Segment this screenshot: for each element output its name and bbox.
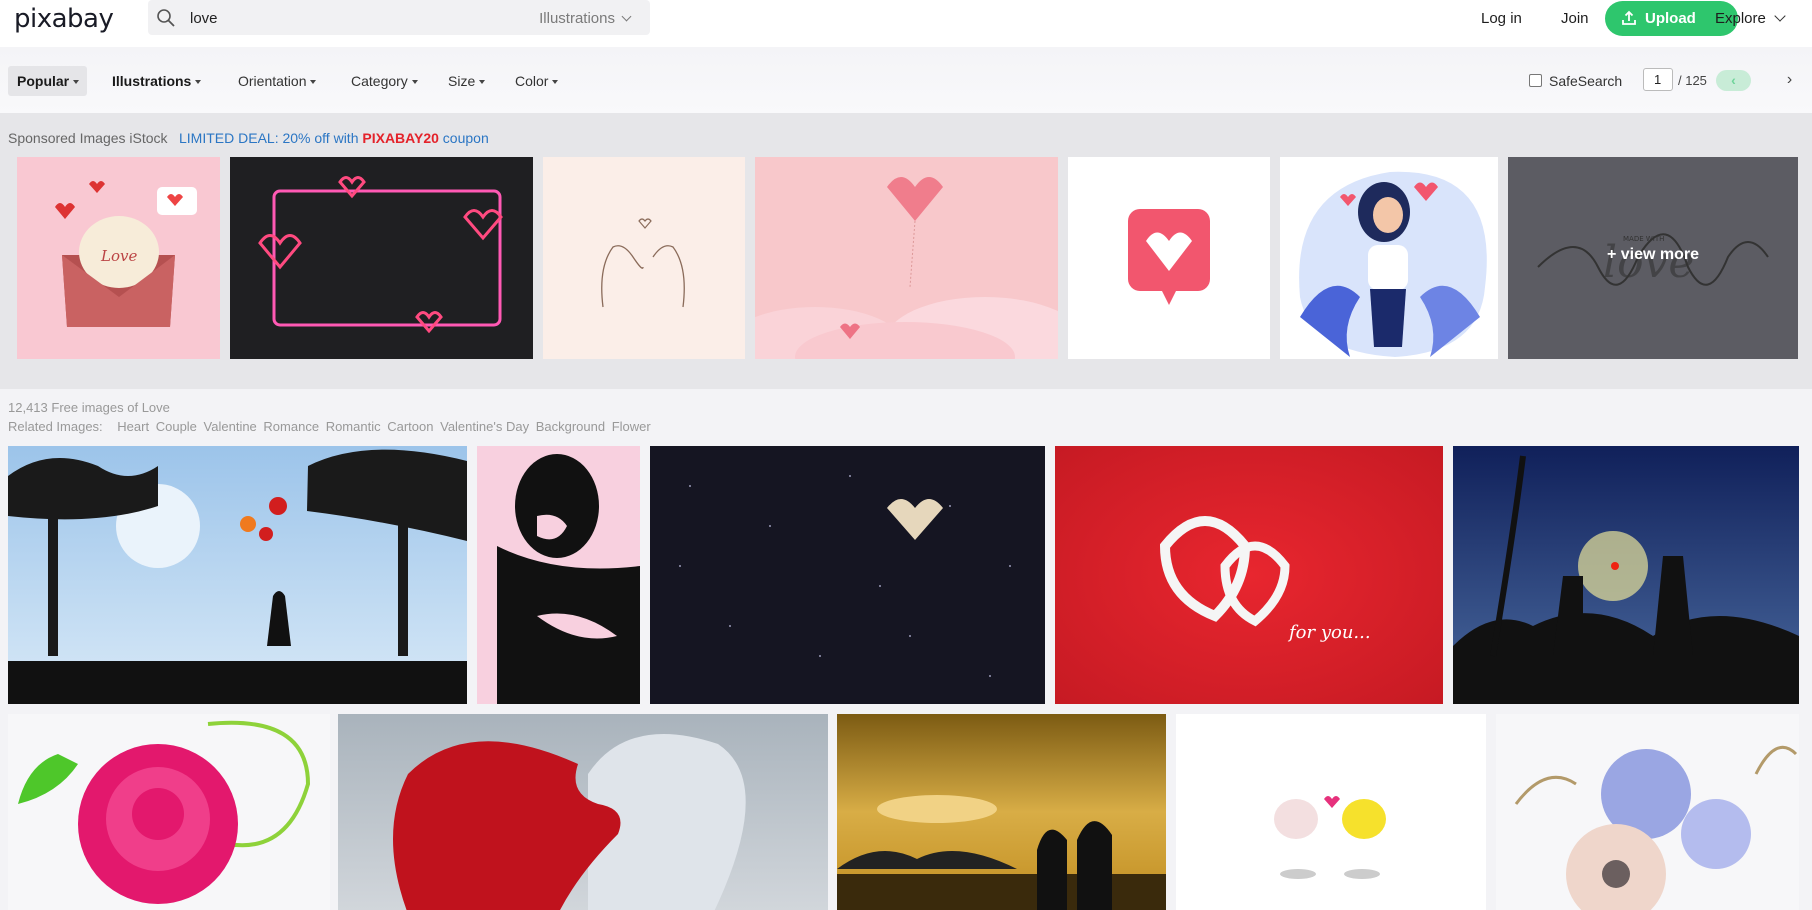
starry-heart-illustration bbox=[679, 475, 1011, 677]
related-tag-valentines-day[interactable]: Valentine's Day bbox=[440, 419, 529, 434]
popular-filter[interactable]: Popular bbox=[17, 73, 80, 89]
result-image-hearts-for-you[interactable]: for you... bbox=[1055, 446, 1443, 704]
deal-code: PIXABAY20 bbox=[362, 130, 439, 146]
chevron-down-icon bbox=[1774, 10, 1786, 22]
illustrations-label: Illustrations bbox=[112, 73, 192, 89]
sunset-couple-illustration bbox=[837, 795, 1166, 910]
sponsored-image-neon[interactable] bbox=[230, 157, 533, 359]
result-image-flower-bouquet[interactable] bbox=[1496, 714, 1799, 910]
orientation-label: Orientation bbox=[238, 73, 307, 89]
neon-frame-illustration bbox=[258, 176, 503, 334]
sponsored-image-pinky-promise[interactable] bbox=[543, 157, 745, 359]
related-tag-cartoon[interactable]: Cartoon bbox=[387, 419, 433, 434]
safesearch-checkbox[interactable] bbox=[1529, 74, 1542, 87]
safesearch-label[interactable]: SafeSearch bbox=[1549, 73, 1622, 89]
explore-menu[interactable]: Explore bbox=[1715, 10, 1786, 27]
size-filter[interactable]: Size bbox=[448, 73, 486, 89]
caret-down-icon bbox=[310, 80, 317, 84]
search-type-label: Illustrations bbox=[539, 10, 615, 27]
envelope-script: Love bbox=[100, 247, 137, 265]
hands-line-art bbox=[601, 218, 685, 308]
related-tag-background[interactable]: Background bbox=[536, 419, 605, 434]
sponsored-image-envelope[interactable]: Love bbox=[17, 157, 220, 359]
sponsored-image-like-icon[interactable] bbox=[1068, 157, 1270, 359]
result-image-pink-rose[interactable] bbox=[8, 714, 330, 910]
color-label: Color bbox=[515, 73, 549, 89]
color-filter[interactable]: Color bbox=[515, 73, 559, 89]
view-more-label: + view more bbox=[1606, 246, 1700, 263]
cartoon-foxes-illustration bbox=[1274, 796, 1386, 879]
deal-link[interactable]: LIMITED DEAL: 20% off with PIXABAY20 cou… bbox=[179, 130, 489, 146]
related-tag-flower[interactable]: Flower bbox=[612, 419, 651, 434]
search-bar[interactable]: love Illustrations bbox=[148, 0, 650, 35]
related-tag-romantic[interactable]: Romantic bbox=[326, 419, 381, 434]
related-images: Related Images: Heart Couple Valentine R… bbox=[8, 419, 651, 434]
result-image-couple-balloons[interactable] bbox=[8, 446, 467, 704]
result-image-proposal[interactable] bbox=[1453, 446, 1799, 704]
related-tag-couple[interactable]: Couple bbox=[156, 419, 197, 434]
couple-balloons-illustration bbox=[8, 449, 467, 704]
related-label: Related Images: bbox=[8, 419, 103, 434]
upload-label: Upload bbox=[1645, 10, 1696, 27]
search-input[interactable]: love bbox=[190, 10, 218, 27]
login-link[interactable]: Log in bbox=[1481, 10, 1522, 27]
result-image-puzzle-heart[interactable] bbox=[338, 714, 828, 910]
two-hearts-card-illustration bbox=[1159, 516, 1290, 627]
caret-down-icon bbox=[552, 80, 559, 84]
search-icon[interactable] bbox=[156, 8, 176, 28]
explore-label: Explore bbox=[1715, 10, 1766, 27]
top-header: pixabay love Illustrations Log in Join U… bbox=[0, 0, 1812, 47]
deal-suffix: coupon bbox=[442, 130, 489, 146]
caret-down-icon bbox=[195, 80, 202, 84]
envelope-illustration: Love bbox=[55, 181, 197, 327]
next-page-button[interactable]: › bbox=[1772, 70, 1807, 91]
caret-down-icon bbox=[411, 80, 418, 84]
result-image-embrace-silhouette[interactable] bbox=[477, 446, 640, 704]
filter-bar: Popular Illustrations Orientation Catego… bbox=[0, 47, 1812, 113]
size-label: Size bbox=[448, 73, 476, 89]
page-number-input[interactable]: 1 bbox=[1643, 68, 1673, 91]
category-label: Category bbox=[351, 73, 408, 89]
paper-clouds-illustration bbox=[755, 177, 1058, 359]
results-count: 12,413 Free images of Love bbox=[8, 400, 170, 415]
view-more-tile[interactable]: MADE WITH love + view more bbox=[1508, 157, 1798, 359]
upload-icon bbox=[1622, 10, 1636, 25]
result-image-sunset-couple[interactable] bbox=[837, 714, 1166, 910]
embrace-silhouette-illustration bbox=[497, 454, 640, 704]
deal-prefix: LIMITED DEAL: 20% off with bbox=[179, 130, 359, 146]
pixabay-logo[interactable]: pixabay bbox=[14, 4, 114, 34]
related-tag-heart[interactable]: Heart bbox=[117, 419, 149, 434]
result-image-cartoon-foxes[interactable] bbox=[1176, 714, 1486, 910]
related-tag-valentine[interactable]: Valentine bbox=[204, 419, 257, 434]
result-image-moon-heart[interactable] bbox=[650, 446, 1045, 704]
popular-label: Popular bbox=[17, 73, 70, 89]
category-filter[interactable]: Category bbox=[351, 73, 418, 89]
sponsored-image-paper-hearts[interactable] bbox=[755, 157, 1058, 359]
pink-rose-illustration bbox=[18, 720, 311, 904]
search-type-dropdown[interactable]: Illustrations bbox=[539, 10, 632, 27]
sponsored-section: Sponsored Images iStock LIMITED DEAL: 20… bbox=[0, 113, 1812, 389]
illustrations-filter[interactable]: Illustrations bbox=[112, 73, 202, 89]
flower-bouquet-illustration bbox=[1514, 745, 1798, 910]
like-bubble-illustration bbox=[1128, 209, 1210, 305]
proposal-silhouette-illustration bbox=[1453, 455, 1799, 704]
girl-illustration bbox=[1299, 171, 1487, 357]
chevron-down-icon bbox=[621, 11, 632, 22]
caret-down-icon bbox=[479, 80, 486, 84]
sponsored-label: Sponsored Images iStock bbox=[8, 130, 168, 146]
prev-page-button[interactable]: ‹ bbox=[1716, 70, 1751, 91]
sponsored-image-self-love-girl[interactable] bbox=[1280, 157, 1498, 359]
caret-down-icon bbox=[73, 80, 80, 84]
related-tag-romance[interactable]: Romance bbox=[263, 419, 319, 434]
card-caption: for you... bbox=[1289, 622, 1371, 643]
page-total: / 125 bbox=[1678, 73, 1707, 88]
orientation-filter[interactable]: Orientation bbox=[238, 73, 317, 89]
puzzle-heart-illustration bbox=[393, 734, 746, 910]
join-link[interactable]: Join bbox=[1561, 10, 1589, 27]
